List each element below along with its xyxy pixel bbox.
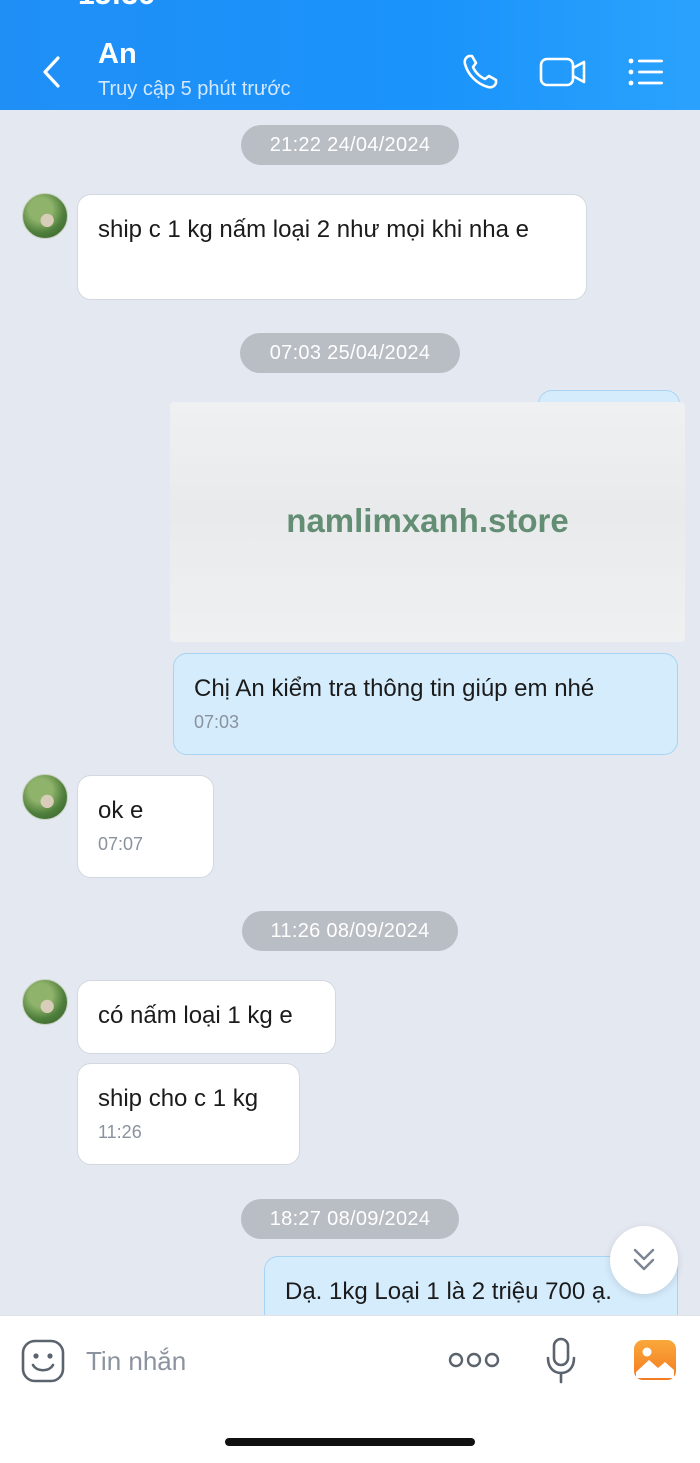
incoming-message[interactable]: ship c 1 kg nấm loại 2 như mọi khi nha e <box>77 194 587 300</box>
more-dots-icon[interactable] <box>448 1350 500 1370</box>
emoji-icon[interactable] <box>20 1338 66 1384</box>
date-separator: 21:22 24/04/2024 <box>241 125 459 165</box>
date-separator: 18:27 08/09/2024 <box>241 1199 459 1239</box>
list-menu-icon[interactable] <box>626 52 666 92</box>
phone-icon[interactable] <box>460 52 500 92</box>
image-gallery-icon[interactable] <box>632 1338 678 1382</box>
video-camera-icon[interactable] <box>538 52 588 92</box>
contact-name[interactable]: An <box>98 38 137 71</box>
date-separator: 07:03 25/04/2024 <box>240 333 460 373</box>
message-time: 11:26 <box>98 1122 142 1142</box>
status-icons <box>498 0 648 4</box>
chevron-double-down-icon <box>633 1248 655 1271</box>
shared-image[interactable]: namlimxanh.store <box>170 402 685 642</box>
message-text: ok e <box>98 797 144 824</box>
avatar[interactable] <box>22 193 68 239</box>
status-time: 15:36 <box>78 0 155 10</box>
message-time: 07:07 <box>98 834 144 854</box>
message-text: có nấm loại 1 kg e <box>98 1002 293 1029</box>
message-text: ship c 1 kg nấm loại 2 như mọi khi nha e <box>98 216 529 243</box>
message-time: 07:03 <box>194 712 240 732</box>
message-text: ship cho c 1 kg <box>98 1085 259 1112</box>
incoming-message[interactable]: ok e 07:07 <box>77 775 214 878</box>
incoming-message[interactable]: ship cho c 1 kg 11:26 <box>77 1063 300 1165</box>
chat-header: 15:36 An Truy cập 5 phút trước <box>0 0 700 110</box>
microphone-icon[interactable] <box>544 1336 578 1386</box>
outgoing-message[interactable]: Chị An kiểm tra thông tin giúp em nhé 07… <box>173 653 678 755</box>
scroll-to-bottom-button[interactable] <box>610 1226 678 1294</box>
date-separator: 11:26 08/09/2024 <box>242 911 458 951</box>
image-watermark: namlimxanh.store <box>286 502 569 539</box>
message-text: Chị An kiểm tra thông tin giúp em nhé <box>194 675 595 702</box>
home-indicator <box>225 1438 475 1446</box>
avatar[interactable] <box>22 979 68 1025</box>
message-input-bar <box>0 1315 700 1463</box>
incoming-message[interactable]: có nấm loại 1 kg e <box>77 980 336 1054</box>
status-bar: 15:36 <box>0 0 700 10</box>
message-text: Dạ. 1kg Loại 1 là 2 triệu 700 ạ. <box>285 1278 612 1305</box>
avatar[interactable] <box>22 774 68 820</box>
contact-last-seen: Truy cập 5 phút trước <box>98 78 291 100</box>
back-button[interactable] <box>36 52 68 92</box>
chat-message-list[interactable]: 21:22 24/04/2024 ship c 1 kg nấm loại 2 … <box>0 110 700 1315</box>
message-input[interactable] <box>84 1336 428 1386</box>
